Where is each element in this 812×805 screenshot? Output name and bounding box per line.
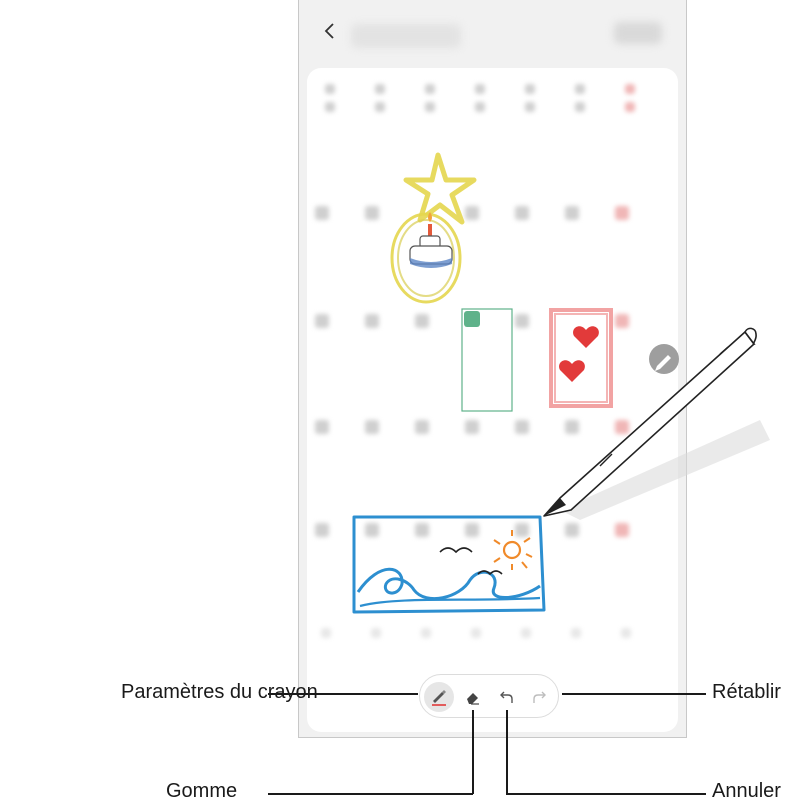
- callout-line-eraser-vertical: [472, 710, 474, 794]
- undo-callout: Annuler: [712, 780, 781, 802]
- callout-line-undo: [506, 793, 706, 795]
- star-doodle: [390, 152, 477, 304]
- pen-settings-callout: Paramètres du crayon: [121, 681, 318, 703]
- callout-line-redo: [562, 693, 706, 695]
- eraser-callout: Gomme: [166, 780, 238, 802]
- callout-line-eraser: [268, 793, 473, 795]
- hearts-card-doodle: [549, 308, 613, 408]
- callout-line-undo-vertical: [506, 710, 508, 794]
- redo-callout: Rétablir: [712, 681, 781, 703]
- pencil-icon[interactable]: [649, 344, 679, 374]
- event-tag: [464, 311, 480, 327]
- sea-sketch-doodle: [352, 515, 546, 614]
